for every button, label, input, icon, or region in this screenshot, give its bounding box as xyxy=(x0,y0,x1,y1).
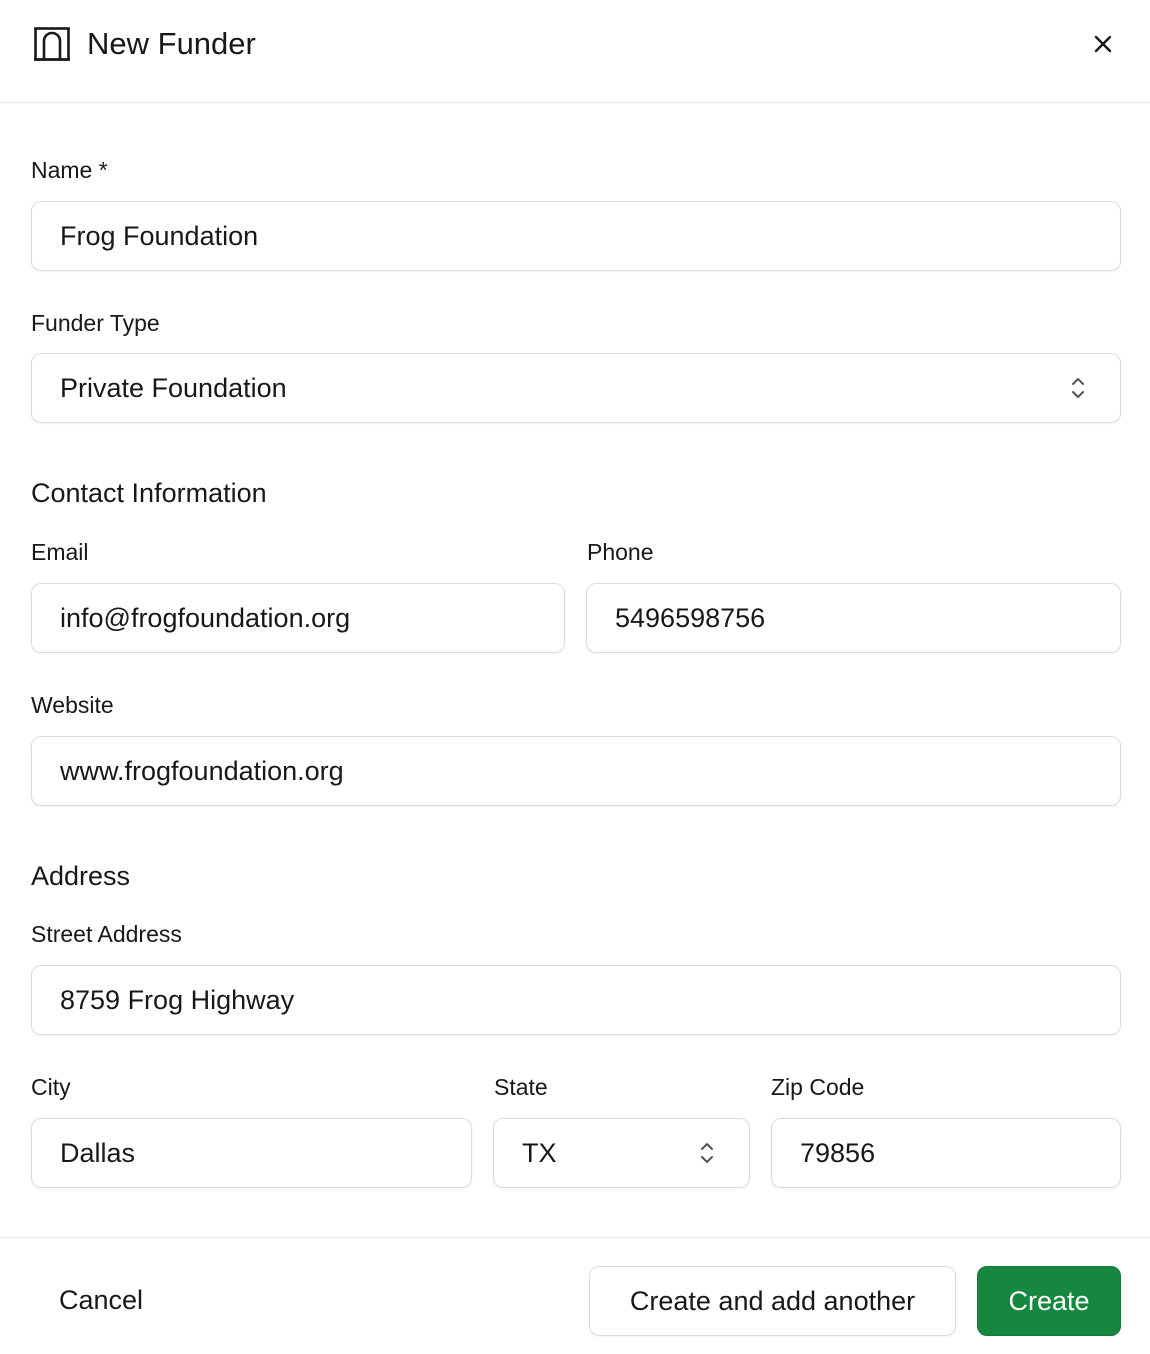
close-icon[interactable] xyxy=(1086,27,1120,61)
funder-type-value: Private Foundation xyxy=(60,373,287,403)
zip-code-input[interactable] xyxy=(800,1119,1104,1187)
create-button[interactable]: Create xyxy=(977,1266,1121,1336)
email-field[interactable] xyxy=(31,583,565,653)
zip-code-field[interactable] xyxy=(771,1118,1121,1188)
zip-code-label: Zip Code xyxy=(771,1074,865,1100)
street-address-label: Street Address xyxy=(31,921,182,947)
state-select[interactable]: TX xyxy=(493,1118,750,1188)
website-field[interactable] xyxy=(31,736,1121,806)
create-and-add-another-button[interactable]: Create and add another xyxy=(589,1266,956,1336)
chevron-up-down-icon xyxy=(1072,378,1084,398)
phone-label: Phone xyxy=(587,539,654,565)
email-label: Email xyxy=(31,539,89,565)
chevron-up-down-icon xyxy=(701,1143,713,1163)
city-label: City xyxy=(31,1074,71,1100)
website-label: Website xyxy=(31,692,114,718)
street-address-input[interactable] xyxy=(60,966,1104,1034)
funder-type-label: Funder Type xyxy=(31,310,160,336)
name-input[interactable] xyxy=(60,202,1104,270)
funder-type-select[interactable]: Private Foundation xyxy=(31,353,1121,423)
name-field[interactable] xyxy=(31,201,1121,271)
name-label: Name * xyxy=(31,157,108,183)
state-label: State xyxy=(494,1074,548,1100)
city-input[interactable] xyxy=(60,1119,455,1187)
building-icon xyxy=(34,27,70,61)
contact-section-title: Contact Information xyxy=(31,478,267,508)
dialog-header: New Funder xyxy=(0,0,1150,103)
phone-field[interactable] xyxy=(586,583,1121,653)
cancel-button[interactable]: Cancel xyxy=(32,1266,182,1336)
phone-input[interactable] xyxy=(615,584,1104,652)
new-funder-dialog: New Funder Name * Funder Type Private Fo… xyxy=(0,0,1150,1354)
address-section-title: Address xyxy=(31,861,131,891)
dialog-title: New Funder xyxy=(87,26,256,61)
website-input[interactable] xyxy=(60,737,1104,805)
city-field[interactable] xyxy=(31,1118,472,1188)
street-address-field[interactable] xyxy=(31,965,1121,1035)
email-input[interactable] xyxy=(60,584,548,652)
